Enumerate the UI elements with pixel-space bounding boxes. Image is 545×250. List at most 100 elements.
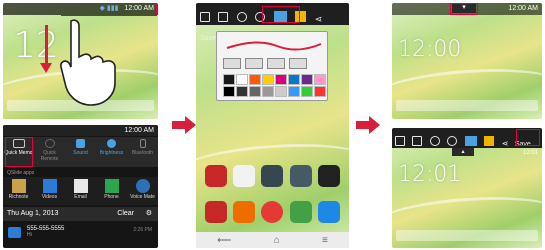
- quick-memo-highlight: [5, 137, 33, 167]
- color-swatch[interactable]: [314, 74, 326, 85]
- step1-notification-panel: 12:00 AM Quick Memo Quick Remote Sound B…: [3, 125, 158, 248]
- app-voice-mate[interactable]: Voice Mate: [129, 177, 157, 205]
- color-swatch[interactable]: [275, 74, 287, 85]
- app-phone[interactable]: Phone: [98, 177, 126, 205]
- color-swatch[interactable]: [262, 74, 274, 85]
- voice-mate-icon: [135, 179, 150, 193]
- color-swatch[interactable]: [262, 86, 274, 97]
- step1-screen-top: ◆ ▮▮▮ 12:00 AM 12: [3, 3, 158, 119]
- color-swatch[interactable]: [288, 74, 300, 85]
- toolbar-collapse-handle[interactable]: ▴: [452, 148, 474, 156]
- color-swatch[interactable]: [236, 86, 248, 97]
- apps-dock-icon[interactable]: [317, 201, 340, 223]
- messaging-dock-icon[interactable]: [289, 201, 312, 223]
- doc-icon[interactable]: [218, 12, 229, 22]
- contacts-dock-icon[interactable]: [233, 201, 256, 223]
- phone-dock-icon[interactable]: [205, 201, 228, 223]
- search-bar[interactable]: [396, 100, 538, 111]
- color-swatch[interactable]: [288, 86, 300, 97]
- swipe-down-arrow: [45, 25, 48, 65]
- quick-setting-quick-remote[interactable]: Quick Remote: [34, 137, 65, 167]
- pen-type-row: [223, 58, 307, 69]
- qslide-apps-row: Richnote Videos Email Phone Voice Mate: [3, 177, 158, 205]
- home-clock: 12:01: [398, 162, 462, 187]
- color-palette: [223, 74, 326, 97]
- tv-app-icon[interactable]: [261, 165, 284, 187]
- redo-icon[interactable]: [447, 136, 458, 146]
- clear-button[interactable]: Clear: [117, 207, 134, 221]
- menu-key-icon[interactable]: ≡: [322, 235, 328, 246]
- status-bar-highlight: [61, 3, 157, 16]
- quick-setting-label: Sound: [73, 150, 88, 156]
- quick-setting-brightness[interactable]: Brightness: [96, 137, 127, 167]
- message-icon: [8, 227, 21, 238]
- chrome-dock-icon[interactable]: [261, 201, 284, 223]
- brightness-icon: [107, 139, 116, 148]
- richnote-icon: [11, 179, 26, 193]
- camera-app-icon[interactable]: [317, 165, 340, 187]
- pen-type-2-button[interactable]: [245, 58, 263, 69]
- gallery-app-icon[interactable]: [289, 165, 312, 187]
- color-swatch[interactable]: [249, 86, 261, 97]
- eraser-icon[interactable]: [484, 136, 495, 146]
- undo-icon[interactable]: [236, 12, 247, 22]
- doc-icon[interactable]: [412, 136, 423, 146]
- handle-highlight: [450, 3, 478, 15]
- undo-icon[interactable]: [429, 136, 440, 146]
- color-swatch[interactable]: [314, 86, 326, 97]
- color-swatch[interactable]: [223, 74, 235, 85]
- pen-tool-highlight: [262, 6, 300, 23]
- search-bar[interactable]: [396, 230, 538, 241]
- copy-icon[interactable]: [395, 136, 405, 146]
- pen-icon[interactable]: [464, 136, 477, 146]
- app-label: Richnote: [8, 194, 29, 200]
- quick-setting-sound[interactable]: Sound: [65, 137, 96, 167]
- step3-screen-bottom: ⋖ Save ▴ 12:01 12:01: [392, 128, 542, 248]
- home-clock: 12: [13, 25, 59, 66]
- color-swatch[interactable]: [301, 74, 313, 85]
- dock-row: [196, 201, 349, 223]
- app-label: Email: [74, 194, 87, 200]
- home-icons-row: [196, 165, 349, 187]
- app-email[interactable]: Email: [67, 177, 95, 205]
- save-button[interactable]: Save: [200, 35, 216, 42]
- quick-setting-label: Bluetooth: [131, 150, 154, 156]
- app-videos[interactable]: Videos: [36, 177, 64, 205]
- speaker-icon: [76, 139, 85, 148]
- nav-bar: ⟵ ⌂ ≡: [196, 232, 349, 248]
- color-swatch[interactable]: [275, 86, 287, 97]
- swipe-down-arrowhead: [40, 63, 52, 73]
- save-highlight: [516, 129, 540, 146]
- settings-gear-icon[interactable]: ⚙: [146, 207, 152, 221]
- notebook-app-icon[interactable]: [233, 165, 256, 187]
- app-label: Videos: [41, 194, 58, 200]
- notification-item[interactable]: 555-555-5555 Hi 2:26 PM: [3, 223, 158, 243]
- videos-icon: [42, 179, 57, 193]
- hand-gesture-icon: [60, 19, 116, 106]
- color-swatch[interactable]: [301, 86, 313, 97]
- home-key-icon[interactable]: ⌂: [274, 235, 280, 246]
- share-icon[interactable]: ⋖: [315, 14, 323, 24]
- date-row: Thu Aug 1, 2013 Clear ⚙: [3, 207, 158, 221]
- voicemail-app-icon[interactable]: [205, 165, 228, 187]
- stroke-preview: [226, 41, 322, 51]
- back-key-icon[interactable]: ⟵: [217, 235, 231, 246]
- app-label: Voice Mate: [130, 194, 155, 200]
- pen-palette: [216, 31, 328, 101]
- color-swatch[interactable]: [236, 74, 248, 85]
- bluetooth-icon: [139, 139, 146, 148]
- step-arrow-2: [356, 116, 380, 134]
- panel-status-time: 12:00 AM: [124, 127, 154, 134]
- memo-status-time: 12:01: [522, 150, 538, 156]
- color-swatch[interactable]: [223, 86, 235, 97]
- copy-icon[interactable]: [200, 12, 210, 22]
- app-richnote[interactable]: Richnote: [5, 177, 33, 205]
- qslide-header: QSlide apps: [7, 170, 35, 176]
- color-swatch[interactable]: [249, 74, 261, 85]
- pen-type-1-button[interactable]: [223, 58, 241, 69]
- step3-screen-top: 12:00 AM ▾ 12:00: [392, 3, 542, 119]
- pen-type-3-button[interactable]: [267, 58, 285, 69]
- quick-setting-bluetooth[interactable]: Bluetooth: [127, 137, 158, 167]
- pen-type-4-button[interactable]: [289, 58, 307, 69]
- share-icon[interactable]: ⋖: [502, 139, 509, 148]
